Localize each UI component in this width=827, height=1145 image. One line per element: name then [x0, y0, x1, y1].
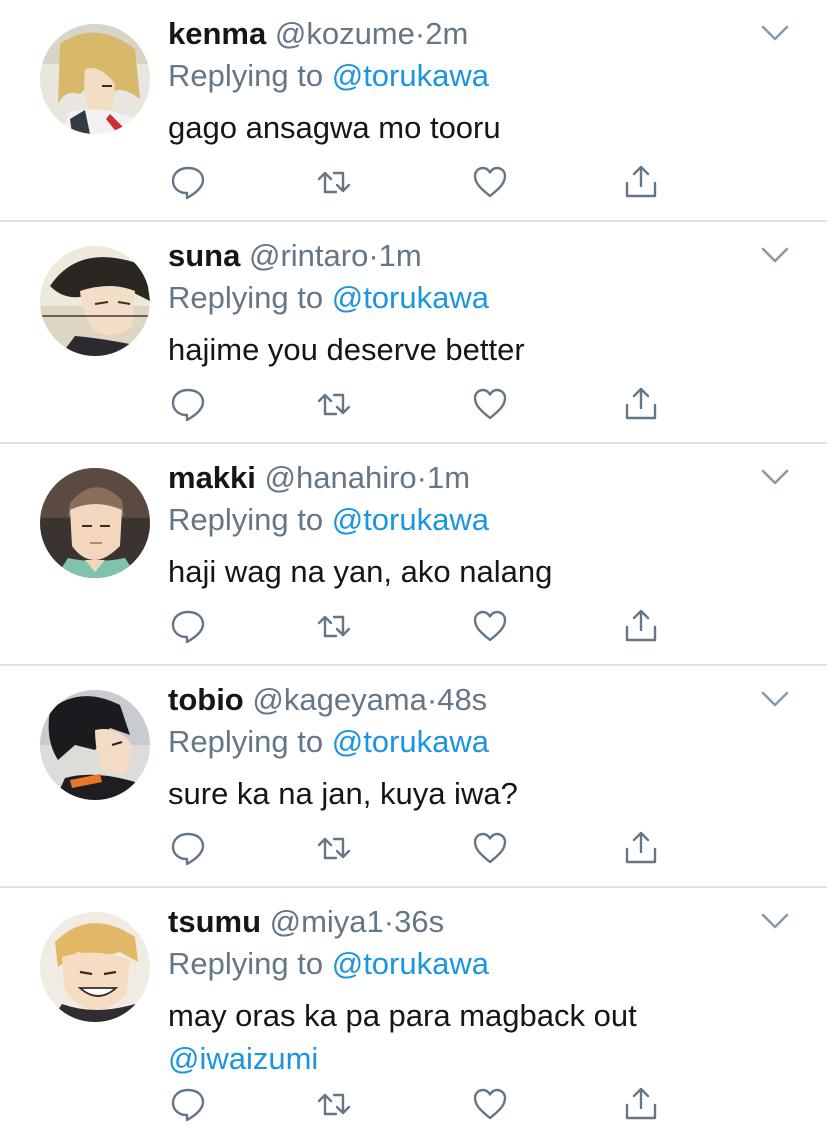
mention-link[interactable]: @iwaizumi [168, 1037, 768, 1080]
replying-mention-link[interactable]: @torukawa [332, 946, 489, 981]
separator: · [426, 682, 438, 717]
timestamp[interactable]: 1m [427, 460, 470, 495]
replying-mention-link[interactable]: @torukawa [332, 58, 489, 93]
chevron-down-icon[interactable] [761, 912, 789, 930]
like-icon[interactable] [472, 608, 508, 644]
share-icon[interactable] [623, 386, 659, 422]
display-name[interactable]: tobio [168, 682, 244, 717]
tweet-text: may oras ka pa para magback out @iwaizum… [168, 994, 768, 1080]
tweet-actions [166, 830, 666, 866]
tweet-header: suna @rintaro·1m [168, 236, 422, 276]
tweet[interactable]: tsumu @miya1·36s Replying to @torukawa m… [0, 888, 827, 1145]
tweet-actions [166, 1086, 666, 1122]
replying-to: Replying to @torukawa [168, 500, 489, 540]
avatar[interactable] [40, 24, 150, 134]
share-icon[interactable] [623, 608, 659, 644]
share-icon[interactable] [623, 1086, 659, 1122]
avatar[interactable] [40, 690, 150, 800]
replying-prefix: Replying to [168, 280, 324, 315]
user-handle[interactable]: @kageyama [252, 682, 427, 717]
replying-prefix: Replying to [168, 724, 324, 759]
replying-prefix: Replying to [168, 58, 324, 93]
dark-haired-character-avatar-icon [40, 246, 150, 356]
retweet-icon[interactable] [316, 830, 352, 866]
tweet-header: tobio @kageyama·48s [168, 680, 487, 720]
replying-mention-link[interactable]: @torukawa [332, 502, 489, 537]
share-icon[interactable] [623, 164, 659, 200]
blonde-character-avatar-icon [40, 24, 150, 134]
like-icon[interactable] [472, 1086, 508, 1122]
avatar[interactable] [40, 912, 150, 1022]
display-name[interactable]: suna [168, 238, 240, 273]
reply-feed: kenma @kozume·2m Replying to @torukawa g… [0, 0, 827, 1145]
timestamp[interactable]: 36s [394, 904, 444, 939]
tweet-header: kenma @kozume·2m [168, 14, 468, 54]
avatar[interactable] [40, 468, 150, 578]
replying-mention-link[interactable]: @torukawa [332, 724, 489, 759]
black-haired-character-avatar-icon [40, 690, 150, 800]
reply-icon[interactable] [170, 608, 206, 644]
display-name[interactable]: kenma [168, 16, 266, 51]
retweet-icon[interactable] [316, 164, 352, 200]
separator: · [416, 460, 427, 495]
user-handle[interactable]: @rintaro [249, 238, 368, 273]
chevron-down-icon[interactable] [761, 690, 789, 708]
share-icon[interactable] [623, 830, 659, 866]
short-haired-character-avatar-icon [40, 468, 150, 578]
user-handle[interactable]: @kozume [275, 16, 415, 51]
replying-to: Replying to @torukawa [168, 56, 489, 96]
display-name[interactable]: makki [168, 460, 256, 495]
retweet-icon[interactable] [316, 608, 352, 644]
tweet-actions [166, 608, 666, 644]
avatar[interactable] [40, 246, 150, 356]
replying-prefix: Replying to [168, 946, 324, 981]
tweet-header: makki @hanahiro·1m [168, 458, 470, 498]
replying-to: Replying to @torukawa [168, 722, 489, 762]
separator: · [383, 904, 395, 939]
like-icon[interactable] [472, 386, 508, 422]
timestamp[interactable]: 2m [425, 16, 468, 51]
separator: · [368, 238, 379, 273]
separator: · [414, 16, 426, 51]
like-icon[interactable] [472, 164, 508, 200]
like-icon[interactable] [472, 830, 508, 866]
tweet-text: sure ka na jan, kuya iwa? [168, 776, 518, 811]
tweet-text: gago ansagwa mo tooru [168, 110, 501, 145]
reply-icon[interactable] [170, 164, 206, 200]
tweet-text: haji wag na yan, ako nalang [168, 554, 553, 589]
replying-mention-link[interactable]: @torukawa [332, 280, 489, 315]
retweet-icon[interactable] [316, 386, 352, 422]
reply-icon[interactable] [170, 1086, 206, 1122]
tweet-actions [166, 164, 666, 200]
grinning-blonde-character-avatar-icon [40, 912, 150, 1022]
user-handle[interactable]: @hanahiro [265, 460, 417, 495]
chevron-down-icon[interactable] [761, 468, 789, 486]
replying-to: Replying to @torukawa [168, 944, 489, 984]
replying-prefix: Replying to [168, 502, 324, 537]
tweet-text: hajime you deserve better [168, 332, 525, 367]
timestamp[interactable]: 48s [437, 682, 487, 717]
tweet[interactable]: kenma @kozume·2m Replying to @torukawa g… [0, 0, 827, 222]
replying-to: Replying to @torukawa [168, 278, 489, 318]
chevron-down-icon[interactable] [761, 24, 789, 42]
user-handle[interactable]: @miya1 [270, 904, 384, 939]
tweet[interactable]: makki @hanahiro·1m Replying to @torukawa… [0, 444, 827, 666]
tweet[interactable]: suna @rintaro·1m Replying to @torukawa h… [0, 222, 827, 444]
display-name[interactable]: tsumu [168, 904, 261, 939]
reply-icon[interactable] [170, 830, 206, 866]
tweet-header: tsumu @miya1·36s [168, 902, 444, 942]
tweet-actions [166, 386, 666, 422]
reply-icon[interactable] [170, 386, 206, 422]
chevron-down-icon[interactable] [761, 246, 789, 264]
retweet-icon[interactable] [316, 1086, 352, 1122]
tweet[interactable]: tobio @kageyama·48s Replying to @torukaw… [0, 666, 827, 888]
tweet-text-body: may oras ka pa para magback out [168, 998, 637, 1033]
timestamp[interactable]: 1m [379, 238, 422, 273]
